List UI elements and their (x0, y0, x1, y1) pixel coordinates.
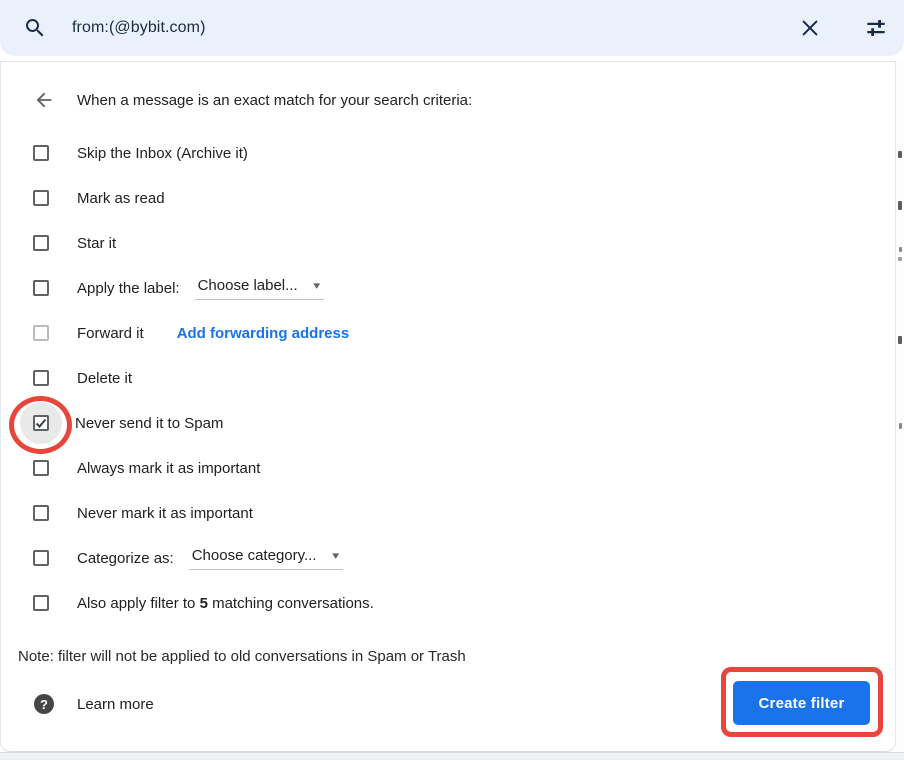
dropdown-arrow-icon: ▾ (313, 279, 320, 292)
option-label: Categorize as: (77, 550, 174, 567)
help-icon[interactable]: ? (34, 694, 54, 714)
filter-option-row: Never mark it as important (0, 496, 896, 530)
filter-option-row: Delete it (0, 361, 896, 395)
dropdown-value: Choose category... (192, 547, 317, 564)
matching-count: 5 (200, 595, 208, 612)
filter-option-row: Apply the label: Choose label... ▾ (0, 271, 896, 305)
dropdown-arrow-icon: ▾ (332, 549, 339, 562)
filter-option-row: Forward it Add forwarding address (0, 316, 896, 350)
option-label: Never mark it as important (77, 505, 253, 522)
search-query-input[interactable]: from:(@bybit.com) (72, 0, 206, 56)
close-icon[interactable] (799, 17, 821, 39)
filter-option-row: Star it (0, 226, 896, 260)
checkbox-hover-circle (20, 402, 62, 444)
search-options-tune-icon[interactable] (863, 15, 889, 41)
page-behind-gutter (896, 61, 904, 752)
checkbox-always-important[interactable] (33, 460, 49, 476)
checkbox-apply-label[interactable] (33, 280, 49, 296)
checkbox-categorize-as[interactable] (33, 550, 49, 566)
checkbox-forward-it[interactable] (33, 325, 49, 341)
filter-panel-header: When a message is an exact match for you… (0, 86, 896, 114)
footer-help: ? Learn more (0, 688, 154, 720)
checkbox-star-it[interactable] (33, 235, 49, 251)
checkmark-icon (35, 417, 47, 429)
option-label: Also apply filter to 5 matching conversa… (77, 595, 374, 612)
filter-option-row: Never send it to Spam (0, 406, 896, 440)
filter-option-row: Also apply filter to 5 matching conversa… (0, 586, 896, 620)
filter-option-row: Skip the Inbox (Archive it) (0, 136, 896, 170)
option-label: Never send it to Spam (75, 415, 223, 432)
note-text: Note: filter will not be applied to old … (18, 648, 466, 665)
filter-option-row: Categorize as: Choose category... ▾ (0, 541, 896, 575)
option-label: Star it (77, 235, 116, 252)
gmail-search-bar[interactable]: from:(@bybit.com) (0, 0, 904, 56)
page-bottom-strip (0, 752, 904, 760)
search-icon[interactable] (23, 16, 47, 40)
checkbox-delete-it[interactable] (33, 370, 49, 386)
back-arrow-icon[interactable] (33, 89, 55, 111)
learn-more-link[interactable]: Learn more (77, 696, 154, 713)
option-label: Apply the label: (77, 280, 180, 297)
dropdown-value: Choose label... (198, 277, 298, 294)
option-label: Always mark it as important (77, 460, 260, 477)
choose-label-dropdown[interactable]: Choose label... ▾ (195, 277, 325, 300)
option-label: Skip the Inbox (Archive it) (77, 145, 248, 162)
add-forwarding-address-link[interactable]: Add forwarding address (177, 325, 350, 342)
option-label: Mark as read (77, 190, 165, 207)
choose-category-dropdown[interactable]: Choose category... ▾ (189, 547, 343, 570)
filter-option-row: Always mark it as important (0, 451, 896, 485)
checkbox-skip-inbox[interactable] (33, 145, 49, 161)
checkbox-never-spam-checked[interactable] (33, 415, 49, 431)
panel-title: When a message is an exact match for you… (77, 92, 472, 109)
checkbox-also-apply[interactable] (33, 595, 49, 611)
checkbox-never-important[interactable] (33, 505, 49, 521)
option-label: Delete it (77, 370, 132, 387)
filter-option-row: Mark as read (0, 181, 896, 215)
option-label: Forward it (77, 325, 144, 342)
create-filter-button[interactable]: Create filter (733, 681, 870, 725)
checkbox-mark-as-read[interactable] (33, 190, 49, 206)
